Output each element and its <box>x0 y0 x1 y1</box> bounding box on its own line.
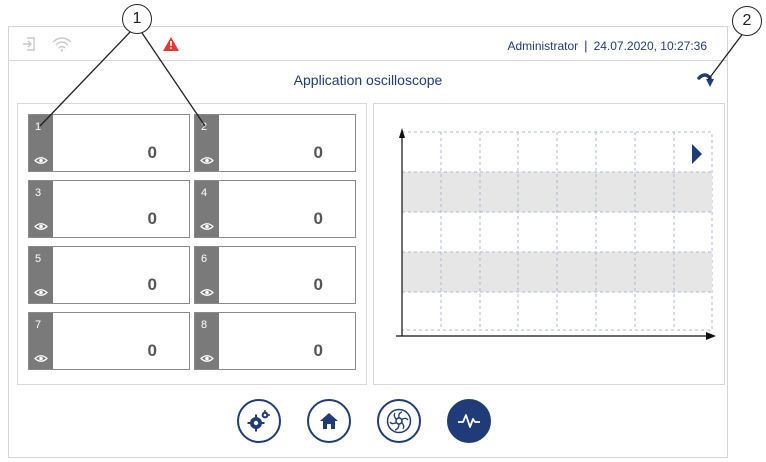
channel-tile-1[interactable]: 1 0 <box>28 114 190 172</box>
channel-number: 7 <box>35 319 42 331</box>
oscilloscope-plot[interactable] <box>374 104 724 384</box>
vertical-gridlines <box>440 132 675 330</box>
callout-1: 1 <box>122 4 152 34</box>
header-separator: | <box>584 38 588 53</box>
eye-icon[interactable] <box>34 156 48 165</box>
eye-icon[interactable] <box>200 156 214 165</box>
channel-tile-8[interactable]: 8 0 <box>194 312 356 370</box>
redo-arrow-icon[interactable] <box>697 71 715 89</box>
channel-number: 8 <box>201 319 208 331</box>
eye-icon[interactable] <box>200 288 214 297</box>
channel-tile-4[interactable]: 4 0 <box>194 180 356 238</box>
callout-2: 2 <box>732 6 762 36</box>
channel-tile-sidebar: 4 <box>195 181 219 237</box>
y-axis-arrow <box>399 128 405 138</box>
channel-value: 0 <box>313 275 323 294</box>
channel-tile-6[interactable]: 6 0 <box>194 246 356 304</box>
status-icons <box>21 36 73 52</box>
channel-tile-sidebar: 6 <box>195 247 219 303</box>
oscilloscope-icon <box>457 413 481 429</box>
channel-tile-sidebar: 7 <box>29 313 53 369</box>
nav-fan-button[interactable] <box>377 399 421 443</box>
nav-oscilloscope-button[interactable] <box>447 399 491 443</box>
user-name[interactable]: Administrator <box>507 39 578 53</box>
eye-icon[interactable] <box>200 354 214 363</box>
home-icon <box>320 413 338 429</box>
channel-tile-sidebar: 5 <box>29 247 53 303</box>
user-info: Administrator | 24.07.2020, 10:27:36 <box>507 38 707 53</box>
warning-icon[interactable] <box>163 37 179 51</box>
channel-tile-sidebar: 3 <box>29 181 53 237</box>
channel-tile-2[interactable]: 2 0 <box>194 114 356 172</box>
wifi-icon <box>51 36 73 52</box>
channel-value: 0 <box>147 209 157 228</box>
channel-number: 3 <box>35 187 42 199</box>
channel-value: 0 <box>313 341 323 360</box>
channel-value: 0 <box>147 143 157 162</box>
datetime: 24.07.2020, 10:27:36 <box>593 38 707 53</box>
play-icon[interactable] <box>692 144 702 164</box>
channel-tile-3[interactable]: 3 0 <box>28 180 190 238</box>
channel-value: 0 <box>147 275 157 294</box>
channel-tile-sidebar: 8 <box>195 313 219 369</box>
oscilloscope-panel <box>373 103 725 385</box>
eye-icon[interactable] <box>34 222 48 231</box>
x-axis-arrow <box>706 332 716 340</box>
channel-number: 6 <box>201 253 208 265</box>
channel-tile-5[interactable]: 5 0 <box>28 246 190 304</box>
login-icon[interactable] <box>21 36 37 52</box>
channel-value: 0 <box>313 209 323 228</box>
channel-number: 5 <box>35 253 42 265</box>
channel-tile-sidebar: 2 <box>195 115 219 171</box>
fan-icon <box>386 408 412 434</box>
eye-icon[interactable] <box>200 222 214 231</box>
bottom-nav <box>9 399 727 451</box>
nav-settings-button[interactable] <box>237 399 281 443</box>
nav-home-button[interactable] <box>307 399 351 443</box>
page-title: Application oscilloscope <box>293 72 443 88</box>
channel-tile-sidebar: 1 <box>29 115 53 171</box>
eye-icon[interactable] <box>34 288 48 297</box>
title-row: Application oscilloscope <box>9 61 727 97</box>
eye-icon[interactable] <box>34 354 48 363</box>
channel-number: 2 <box>201 121 208 133</box>
channel-tile-7[interactable]: 7 0 <box>28 312 190 370</box>
channel-number: 1 <box>35 121 42 133</box>
settings-gears-icon <box>247 410 271 432</box>
channel-panel: 1 0 2 0 3 0 4 0 5 0 6 0 7 0 8 0 <box>17 103 367 385</box>
channel-value: 0 <box>313 143 323 162</box>
hmi-screen: Administrator | 24.07.2020, 10:27:36 App… <box>8 26 728 458</box>
top-bar: Administrator | 24.07.2020, 10:27:36 <box>9 27 727 61</box>
channel-number: 4 <box>201 187 208 199</box>
channel-value: 0 <box>147 341 157 360</box>
